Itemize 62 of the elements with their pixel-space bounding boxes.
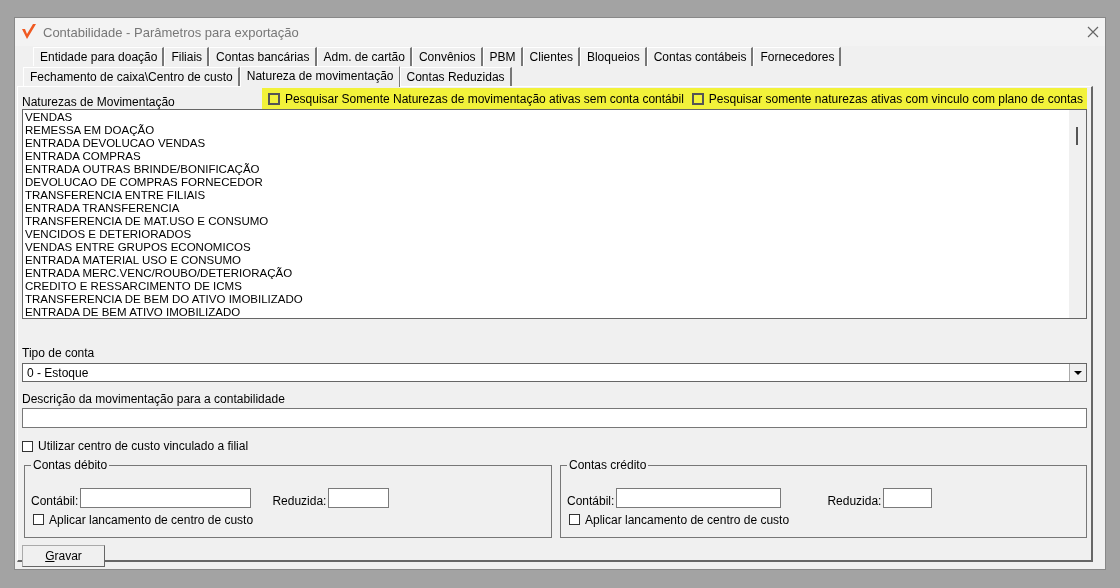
input-field[interactable]: [616, 487, 782, 508]
list-item[interactable]: TRANSFERENCIA DE BEM DO ATIVO IMOBILIZADO: [25, 293, 303, 306]
checkbox[interactable]: [569, 514, 580, 525]
checkbox-label[interactable]: Pesquisar somente naturezas ativas com vinculo com plano de contas: [708, 91, 1083, 106]
list-item[interactable]: ENTRADA OUTRAS BRINDE/BONIFICAÇÃO: [25, 163, 260, 176]
list-item[interactable]: DEVOLUCAO DE COMPRAS FORNECEDOR: [25, 176, 263, 189]
field-label: Tipo de conta: [22, 346, 95, 360]
checkbox[interactable]: [267, 92, 280, 105]
checkbox[interactable]: [691, 92, 704, 105]
dropdown-arrow-icon: [1074, 370, 1082, 375]
tab[interactable]: Contas bancárias: [209, 47, 317, 66]
input-field[interactable]: [328, 487, 390, 508]
tab[interactable]: Clientes: [522, 47, 580, 66]
list-item[interactable]: REMESSA EM DOAÇÃO: [25, 124, 155, 137]
list-item[interactable]: ENTRADA DE BEM ATIVO IMOBILIZADO: [25, 306, 241, 318]
checkbox-label[interactable]: Aplicar lancamento de centro de custo: [49, 512, 254, 527]
tab[interactable]: Contas contábeis: [646, 47, 754, 66]
list-item[interactable]: ENTRADA TRANSFERENCIA: [25, 202, 180, 215]
list-item[interactable]: ENTRADA MATERIAL USO E CONSUMO: [25, 254, 241, 267]
list-item[interactable]: VENCIDOS E DETERIORADOS: [25, 228, 192, 241]
list-item[interactable]: ENTRADA DEVOLUCAO VENDAS: [25, 137, 206, 150]
list-item[interactable]: ENTRADA COMPRAS: [25, 150, 141, 163]
list-label: Naturezas de Movimentação: [22, 95, 175, 109]
tab[interactable]: Natureza de movimentação: [239, 66, 400, 87]
list-item[interactable]: VENDAS ENTRE GRUPOS ECONOMICOS: [25, 241, 251, 254]
group-title: Contas débito: [31, 457, 110, 472]
dropdown-value: 0 - Estoque: [26, 365, 90, 380]
tab[interactable]: Bloqueios: [579, 47, 647, 66]
list-item[interactable]: TRANSFERENCIA DE MAT.USO E CONSUMO: [25, 215, 269, 228]
input-field[interactable]: [22, 408, 1087, 428]
logo-icon: [21, 23, 37, 41]
tab[interactable]: Filiais: [164, 47, 210, 66]
checkbox[interactable]: [33, 514, 44, 525]
input-field[interactable]: [883, 487, 933, 508]
checkbox-label[interactable]: Utilizar centro de custo vinculado a filial: [38, 439, 249, 453]
group-title: Contas crédito: [567, 457, 649, 472]
input-field[interactable]: [80, 487, 252, 508]
field-label: Descrição da movimentação para a contabilidade: [22, 392, 285, 406]
save-button[interactable]: Gravar: [22, 544, 105, 567]
close-icon[interactable]: [1087, 26, 1099, 38]
checkbox[interactable]: [22, 440, 33, 452]
field-label: Contábil:: [31, 493, 79, 508]
tab[interactable]: PBM: [482, 47, 523, 66]
list-item[interactable]: CREDITO E RESSARCIMENTO DE ICMS: [25, 280, 242, 293]
dropdown[interactable]: 0 - Estoque: [22, 363, 1087, 382]
list-box[interactable]: [22, 109, 1087, 319]
tab[interactable]: Fechamento de caixa\Centro de custo: [23, 67, 240, 86]
tab[interactable]: Convênios: [411, 47, 483, 66]
scrollbar[interactable]: [1069, 110, 1086, 318]
field-label: Reduzida:: [272, 493, 327, 508]
field-label: Contábil:: [567, 493, 615, 508]
window-title: Contabilidade - Parâmetros para exportação: [43, 24, 300, 40]
checkbox-label[interactable]: Aplicar lancamento de centro de custo: [585, 512, 790, 527]
tab[interactable]: Fornecedores: [753, 47, 842, 66]
list-item[interactable]: TRANSFERENCIA ENTRE FILIAIS: [25, 189, 206, 202]
list-item[interactable]: ENTRADA MERC.VENC/ROUBO/DETERIORAÇÃO: [25, 267, 293, 280]
tab[interactable]: Entidade para doação: [33, 47, 165, 66]
tab[interactable]: Contas Reduzidas: [399, 67, 512, 86]
list-item[interactable]: VENDAS: [25, 111, 73, 124]
tab[interactable]: Adm. de cartão: [316, 47, 412, 66]
checkbox-label[interactable]: Pesquisar Somente Naturezas de movimentação ativas sem conta contábil: [284, 91, 684, 106]
field-label: Reduzida:: [827, 493, 882, 508]
